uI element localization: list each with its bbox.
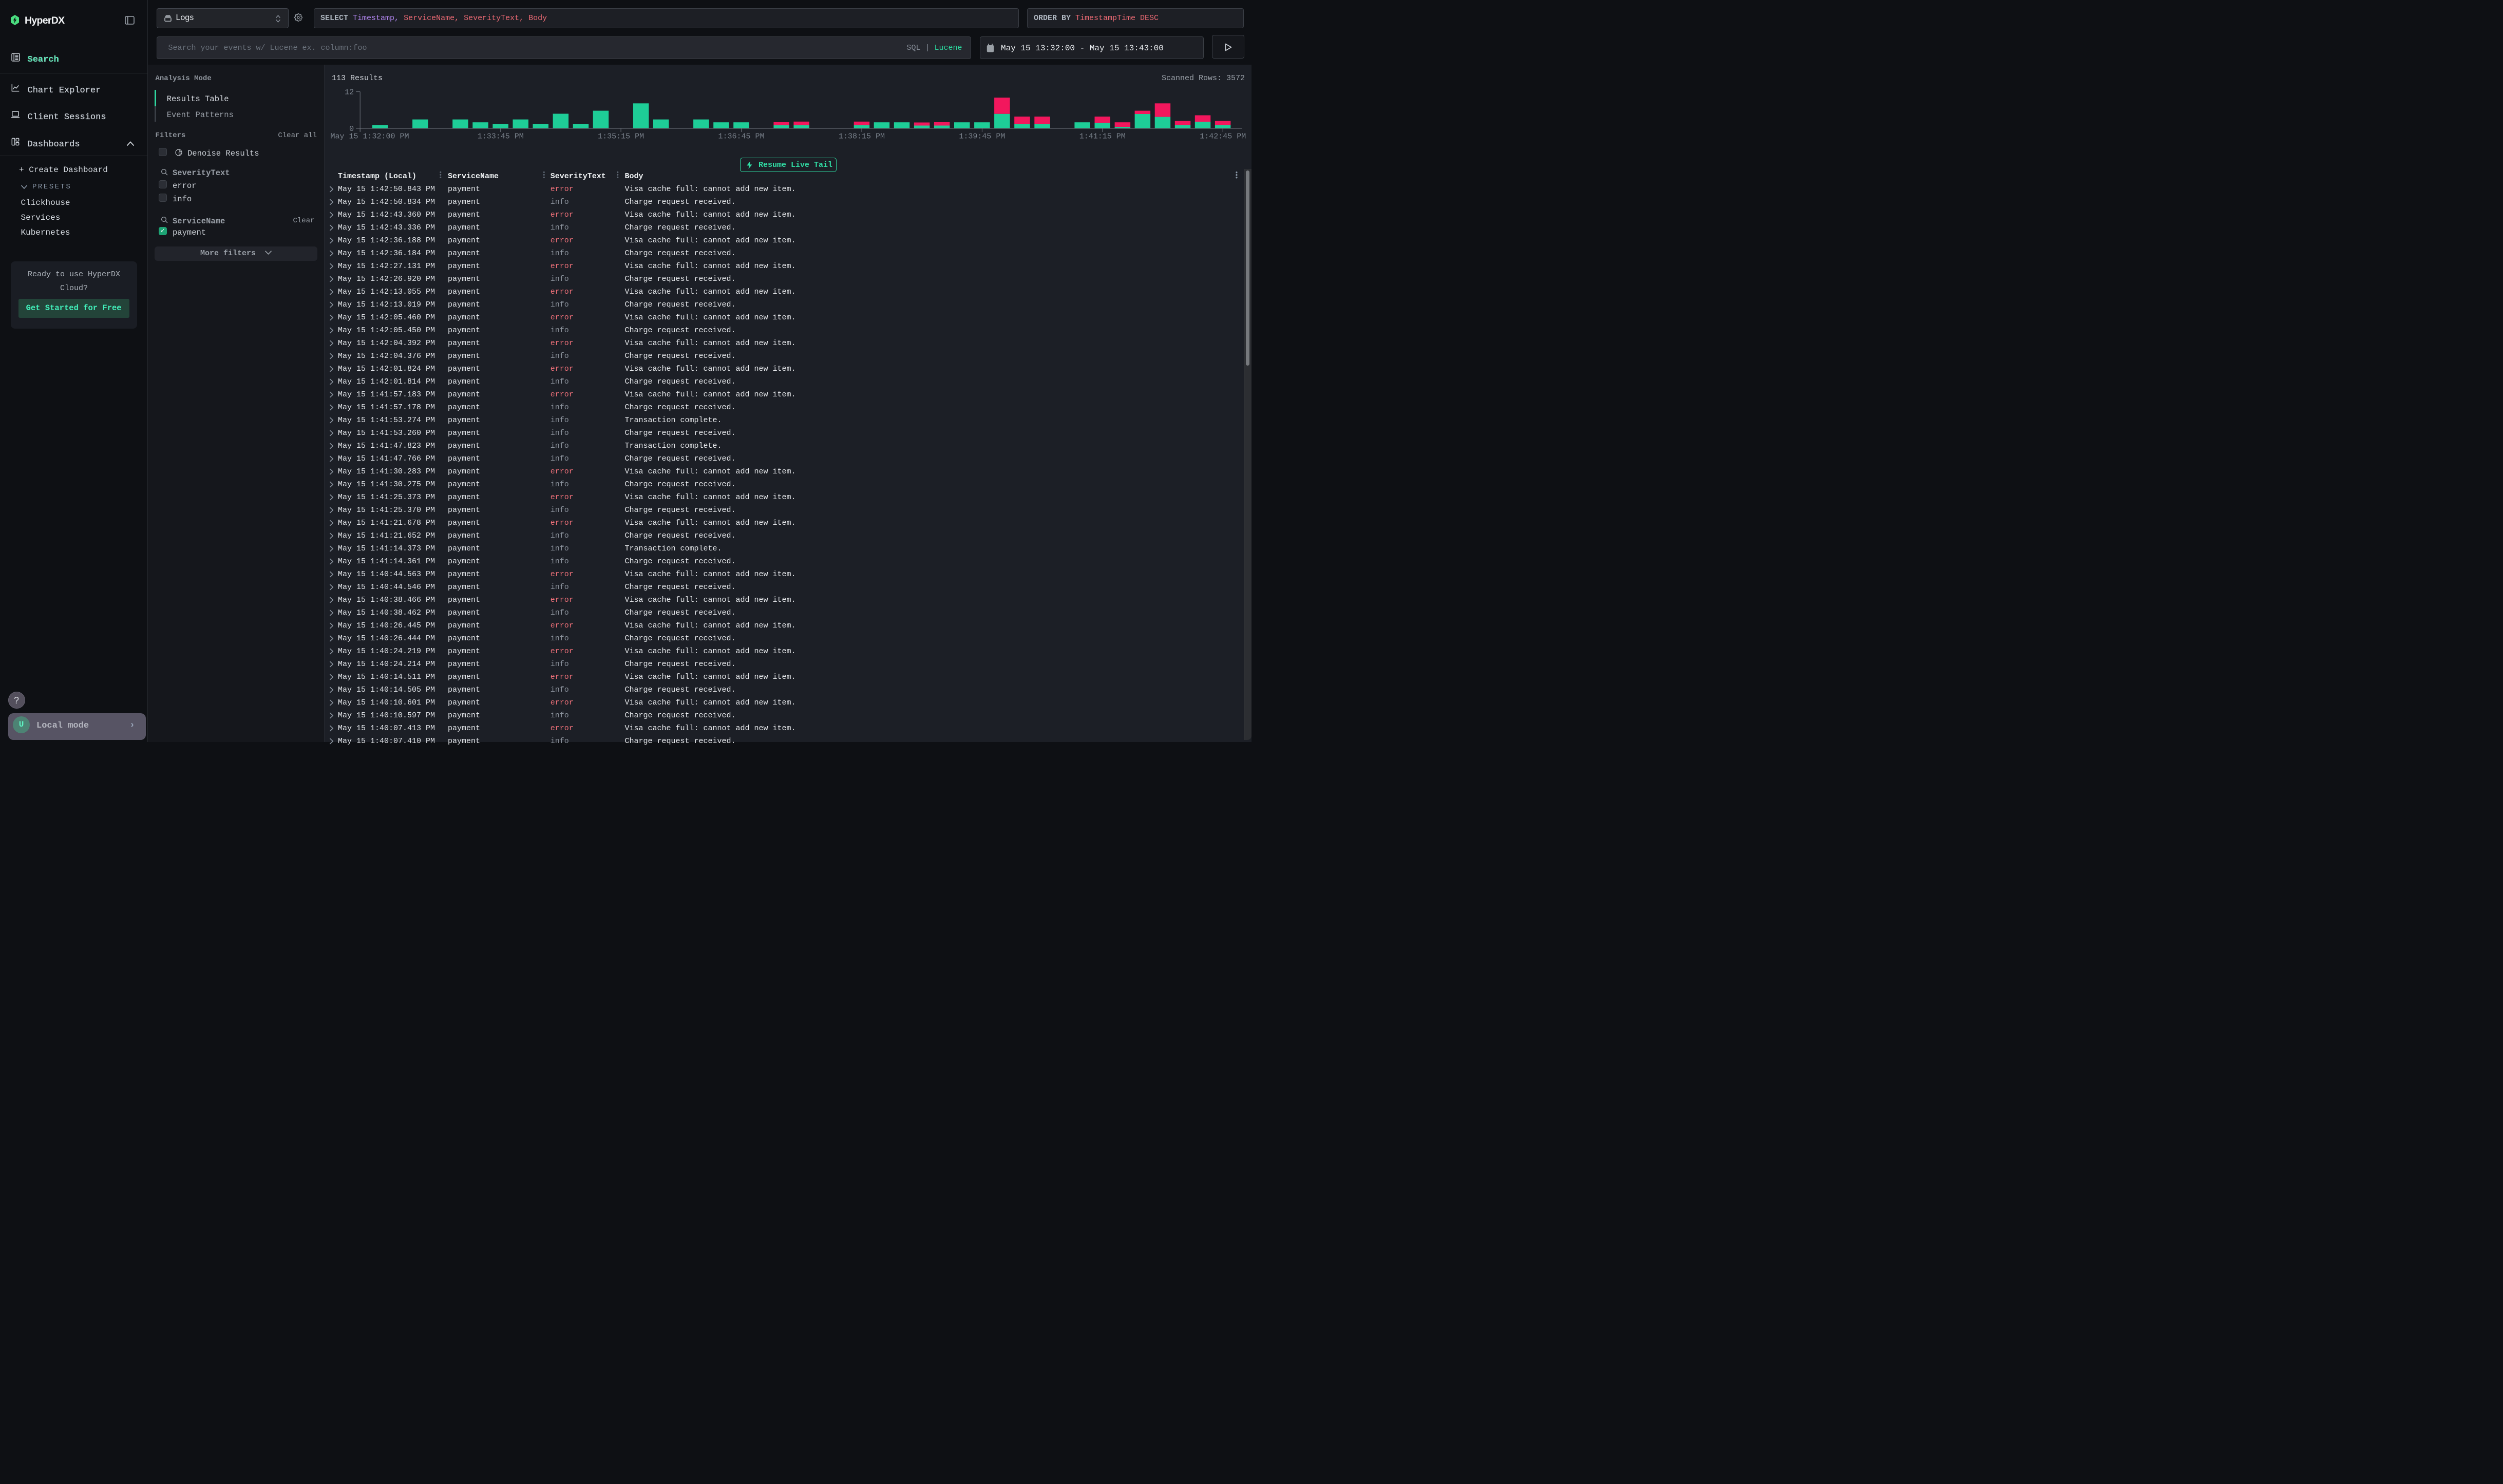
svg-text:May 15 1:32:00 PM: May 15 1:32:00 PM bbox=[330, 132, 409, 141]
svg-text:1:41:15 PM: 1:41:15 PM bbox=[1079, 132, 1125, 141]
svg-text:12: 12 bbox=[345, 88, 354, 97]
svg-text:1:39:45 PM: 1:39:45 PM bbox=[959, 132, 1005, 141]
svg-text:1:33:45 PM: 1:33:45 PM bbox=[477, 132, 523, 141]
svg-text:1:42:45 PM: 1:42:45 PM bbox=[1200, 132, 1246, 141]
svg-text:1:36:45 PM: 1:36:45 PM bbox=[718, 132, 764, 141]
svg-text:1:35:15 PM: 1:35:15 PM bbox=[598, 132, 644, 141]
svg-text:1:38:15 PM: 1:38:15 PM bbox=[838, 132, 884, 141]
